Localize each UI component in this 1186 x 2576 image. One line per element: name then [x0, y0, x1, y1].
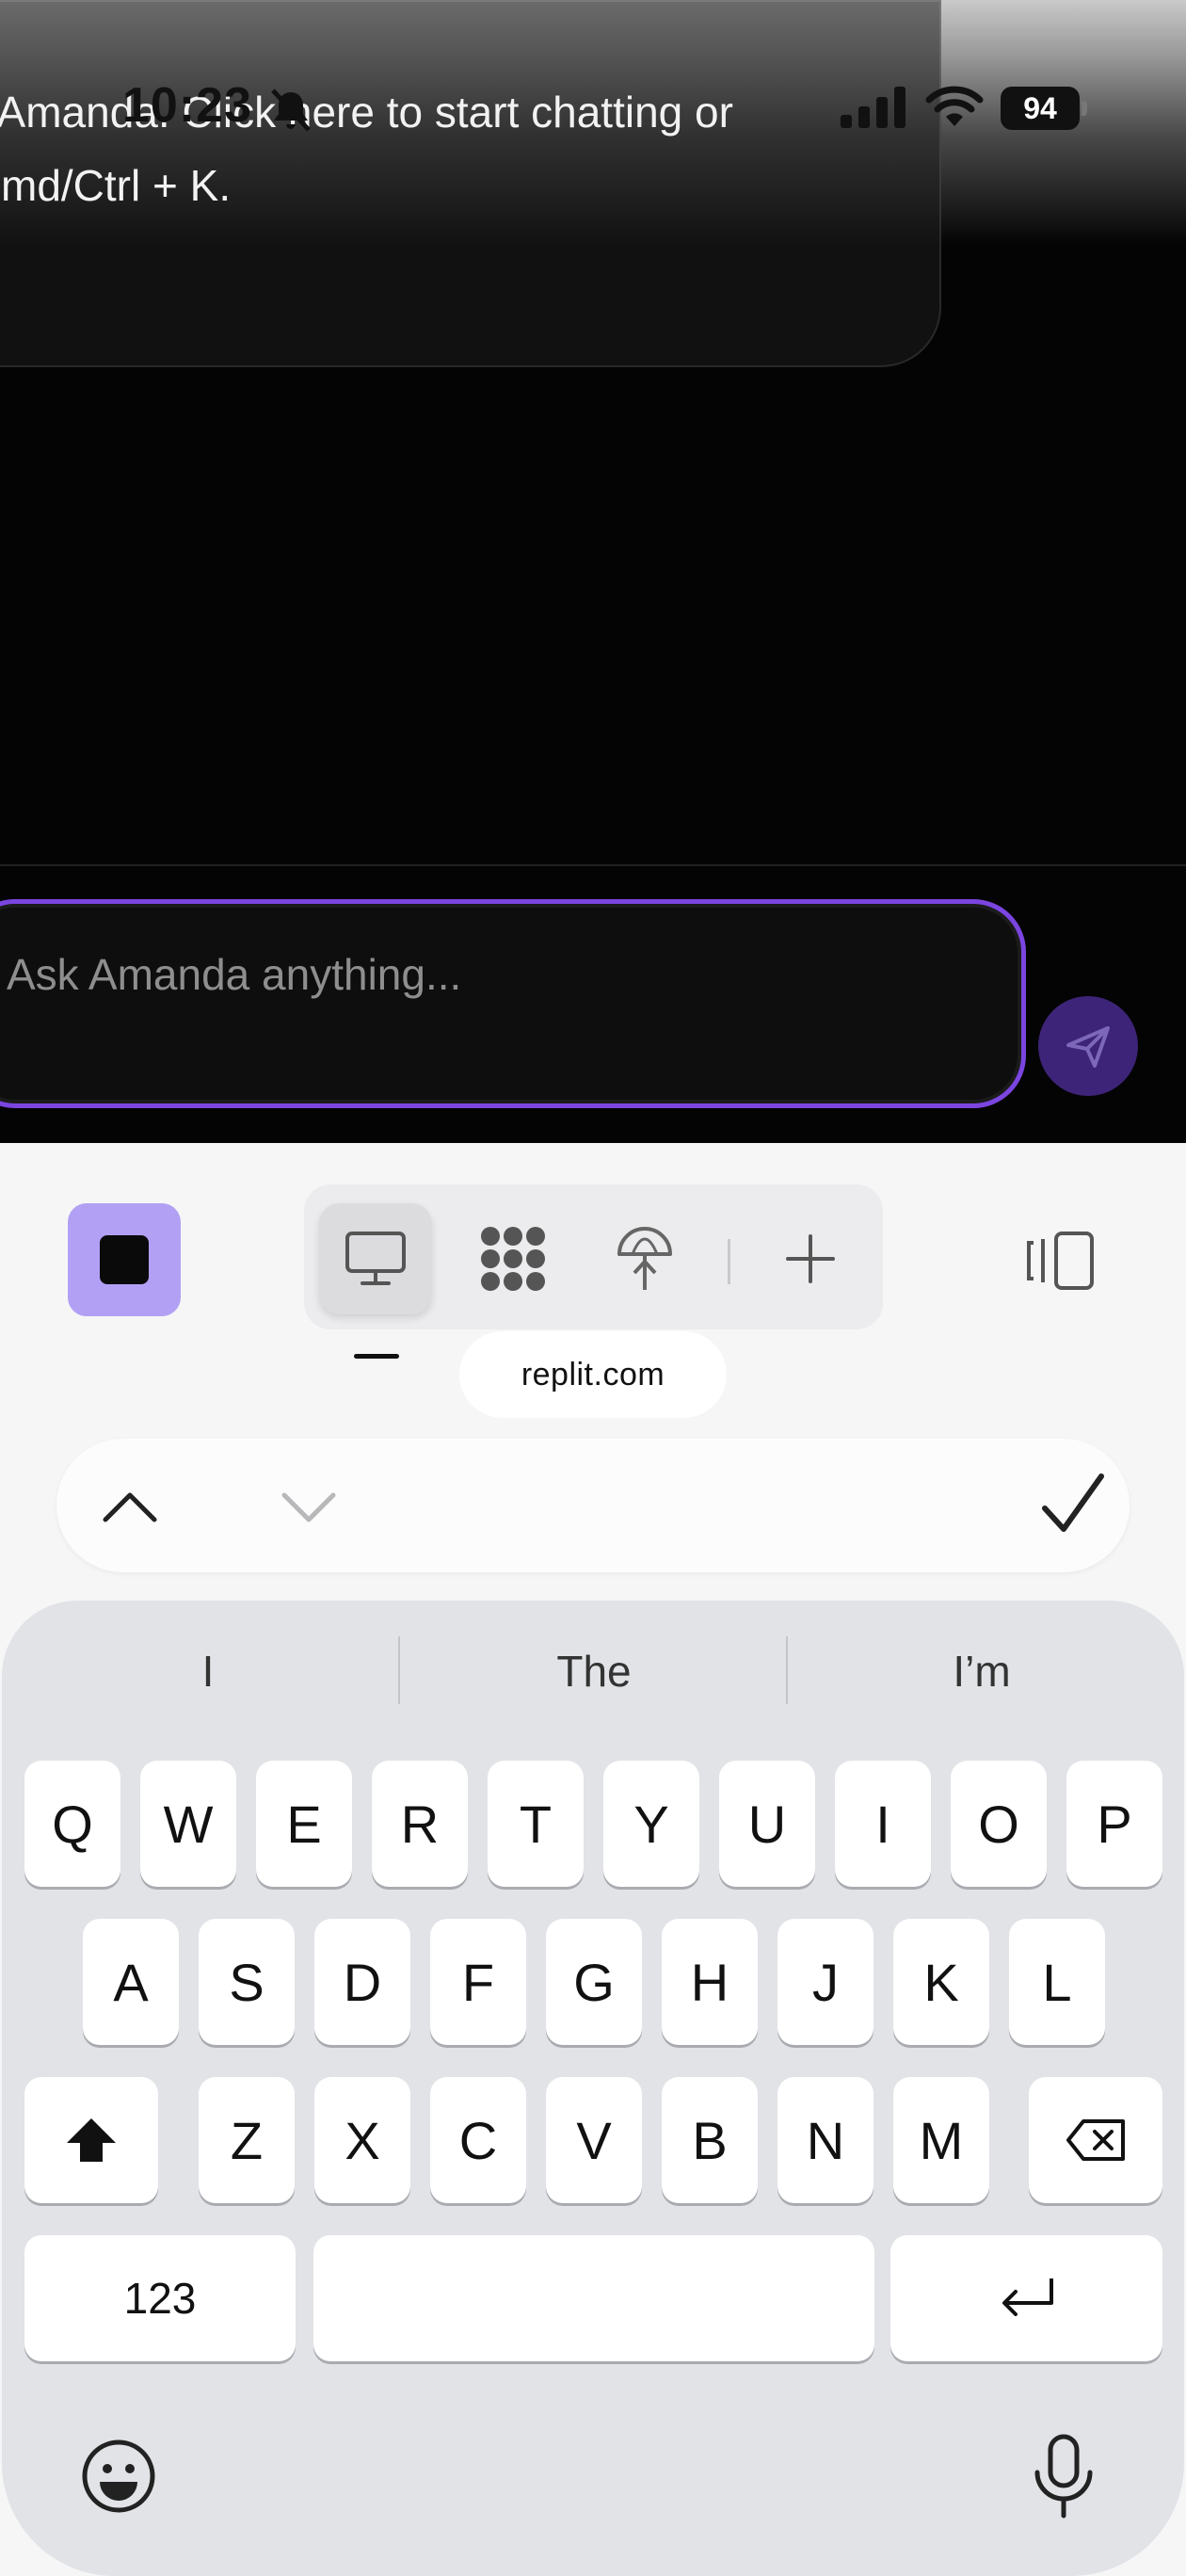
suggestion-divider — [786, 1636, 788, 1704]
battery-cap — [1082, 101, 1087, 116]
add-tab-button[interactable] — [754, 1203, 867, 1314]
key-r[interactable]: R — [372, 1761, 468, 1887]
add-icon — [786, 1234, 835, 1283]
message-timestamp: AM — [0, 258, 2, 293]
numbers-key[interactable]: 123 — [24, 2235, 296, 2361]
view-switcher — [304, 1184, 883, 1329]
key-g[interactable]: G — [546, 1919, 642, 2045]
key-v[interactable]: V — [546, 2077, 642, 2203]
stop-icon — [100, 1235, 149, 1284]
url-label[interactable]: replit.com — [459, 1331, 727, 1418]
suggestion-1[interactable]: I — [15, 1601, 401, 1742]
microphone-icon[interactable] — [1026, 2431, 1101, 2521]
panel-toggle-icon[interactable] — [1024, 1230, 1096, 1292]
key-e[interactable]: E — [256, 1761, 352, 1887]
shift-icon — [67, 2118, 116, 2162]
chat-area: m Amanda. Click here to start chatting o… — [0, 0, 1186, 1143]
return-key[interactable] — [890, 2235, 1162, 2361]
key-s[interactable]: S — [199, 1919, 295, 2045]
publish-button[interactable] — [588, 1203, 701, 1314]
message-input-placeholder: Ask Amanda anything... — [7, 950, 462, 999]
bell-slash-icon — [271, 89, 311, 132]
key-u[interactable]: U — [719, 1761, 815, 1887]
key-f[interactable]: F — [430, 1919, 526, 2045]
key-w[interactable]: W — [140, 1761, 236, 1887]
stop-button[interactable] — [68, 1203, 181, 1316]
signal-icon — [841, 87, 906, 128]
key-x[interactable]: X — [314, 2077, 410, 2203]
battery-icon: 94 — [1001, 87, 1087, 130]
apps-grid-icon — [481, 1227, 545, 1291]
send-icon — [1066, 1026, 1110, 1068]
chevron-up-icon[interactable] — [92, 1469, 168, 1544]
suggestion-divider — [398, 1636, 400, 1704]
key-z[interactable]: Z — [199, 2077, 295, 2203]
key-b[interactable]: B — [662, 2077, 758, 2203]
toolbar-separator — [728, 1239, 730, 1284]
message-line-2: s Cmd/Ctrl + K. — [0, 161, 232, 210]
predictive-bar: I The I’m — [2, 1601, 1184, 1742]
suggestion-2[interactable]: The — [401, 1601, 787, 1742]
key-n[interactable]: N — [777, 2077, 873, 2203]
shift-key[interactable] — [24, 2077, 158, 2203]
desktop-view-button[interactable] — [319, 1203, 432, 1314]
backspace-key[interactable] — [1029, 2077, 1162, 2203]
suggestion-3[interactable]: I’m — [789, 1601, 1175, 1742]
desktop-icon — [345, 1232, 406, 1285]
message-input[interactable]: Ask Amanda anything... — [0, 899, 1026, 1108]
publish-icon — [617, 1227, 672, 1290]
key-k[interactable]: K — [893, 1919, 989, 2045]
browser-toolbar-panel: replit.com I The I’m Q W E R T Y U I O P… — [0, 1143, 1186, 2576]
space-key[interactable] — [313, 2235, 874, 2361]
return-icon — [1002, 2278, 1053, 2316]
key-h[interactable]: H — [662, 1919, 758, 2045]
checkmark-icon[interactable] — [1035, 1467, 1111, 1542]
key-d[interactable]: D — [314, 1919, 410, 2045]
status-time: 10:23 — [122, 78, 252, 133]
key-m[interactable]: M — [893, 2077, 989, 2203]
key-l[interactable]: L — [1009, 1919, 1105, 2045]
key-p[interactable]: P — [1066, 1761, 1162, 1887]
find-bar — [56, 1439, 1130, 1572]
key-i[interactable]: I — [835, 1761, 931, 1887]
wifi-icon — [925, 86, 984, 126]
keyboard: I The I’m Q W E R T Y U I O P A S D F G … — [2, 1601, 1184, 2576]
key-y[interactable]: Y — [603, 1761, 699, 1887]
active-view-indicator — [354, 1354, 399, 1359]
key-j[interactable]: J — [777, 1919, 873, 2045]
key-o[interactable]: O — [951, 1761, 1047, 1887]
emoji-icon[interactable] — [79, 2437, 158, 2516]
key-q[interactable]: Q — [24, 1761, 120, 1887]
battery-level: 94 — [1001, 87, 1080, 130]
key-c[interactable]: C — [430, 2077, 526, 2203]
composer-divider — [0, 864, 1186, 866]
send-button[interactable] — [1038, 996, 1138, 1096]
chevron-down-icon[interactable] — [271, 1469, 346, 1544]
key-a[interactable]: A — [83, 1919, 179, 2045]
apps-view-button[interactable] — [457, 1203, 569, 1314]
backspace-icon — [1066, 2119, 1125, 2161]
key-t[interactable]: T — [488, 1761, 584, 1887]
assistant-message[interactable]: m Amanda. Click here to start chatting o… — [0, 0, 941, 367]
